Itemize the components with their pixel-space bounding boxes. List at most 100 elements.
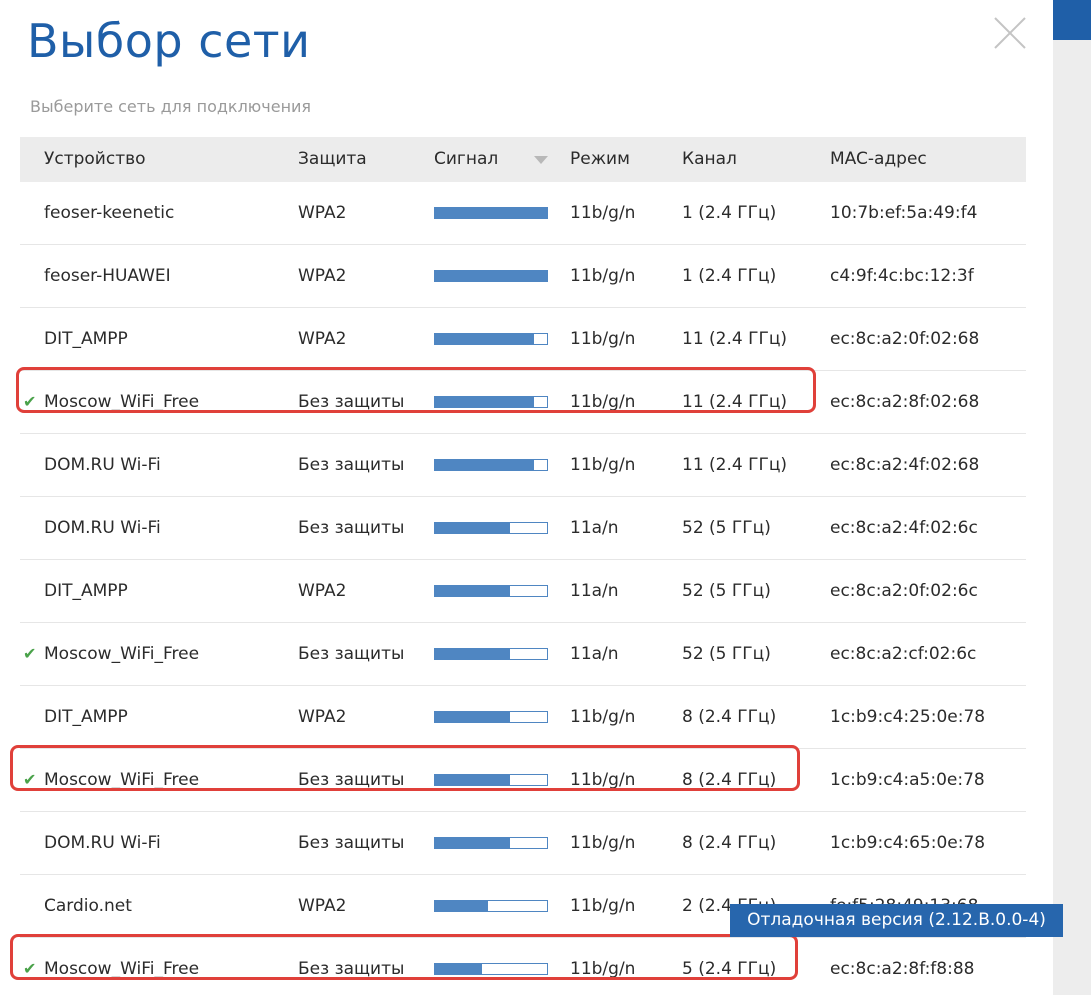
table-row[interactable]: feoser-keenetic WPA2 11b/g/n 1 (2.4 ГГц) 10:…	[20, 182, 1026, 245]
checkmark-icon: ✔	[23, 770, 37, 789]
cell-mode: 11b/g/n	[570, 329, 636, 349]
cell-channel: 8 (2.4 ГГц)	[682, 707, 777, 727]
cell-mode: 11a/n	[570, 581, 619, 601]
cell-mac: ec:8c:a2:cf:02:6c	[830, 644, 977, 664]
background-accent-strip	[1053, 0, 1091, 40]
table-row[interactable]: ✔ Moscow_WiFi_Free Без защиты 11b/g/n 11 (2.…	[20, 371, 1026, 434]
cell-channel: 52 (5 ГГц)	[682, 518, 771, 538]
signal-strength-bar	[434, 396, 548, 408]
cell-device: DIT_AMPP	[44, 581, 128, 601]
cell-security: WPA2	[298, 329, 347, 349]
signal-strength-fill	[435, 523, 511, 533]
debug-version-badge: Отладочная версия (2.12.B.0.0-4)	[730, 904, 1063, 937]
table-row[interactable]: DOM.RU Wi-Fi Без защиты 11b/g/n 11 (2.4 ГГц…	[20, 434, 1026, 497]
cell-channel: 8 (2.4 ГГц)	[682, 833, 777, 853]
cell-channel: 11 (2.4 ГГц)	[682, 329, 788, 349]
cell-mac: 1c:b9:c4:25:0e:78	[830, 707, 986, 727]
signal-strength-bar	[434, 207, 548, 219]
header-signal[interactable]: Сигнал	[434, 137, 498, 182]
signal-strength-fill	[435, 775, 511, 785]
network-table: Устройство Защита Сигнал Режим Канал MAC…	[20, 137, 1026, 995]
table-row[interactable]: ✔ Moscow_WiFi_Free Без защиты 11a/n 52 (5 ГГ…	[20, 623, 1026, 686]
table-row[interactable]: ✔ Moscow_WiFi_Free Без защиты 11b/g/n 5 (2.4…	[20, 938, 1026, 995]
cell-security: WPA2	[298, 203, 347, 223]
cell-security: Без защиты	[298, 518, 405, 538]
cell-mode: 11b/g/n	[570, 455, 636, 475]
cell-mac: ec:8c:a2:4f:02:6c	[830, 518, 978, 538]
cell-device: DOM.RU Wi-Fi	[44, 833, 161, 853]
signal-strength-fill	[435, 460, 534, 470]
cell-mode: 11b/g/n	[570, 266, 636, 286]
cell-device: Moscow_WiFi_Free	[44, 959, 200, 979]
cell-mac: 1c:b9:c4:a5:0e:78	[830, 770, 985, 790]
cell-device: DOM.RU Wi-Fi	[44, 455, 161, 475]
signal-strength-bar	[434, 522, 548, 534]
cell-channel: 11 (2.4 ГГц)	[682, 455, 788, 475]
close-icon[interactable]	[992, 15, 1028, 51]
cell-mode: 11b/g/n	[570, 833, 636, 853]
signal-strength-fill	[435, 397, 534, 407]
signal-strength-bar	[434, 774, 548, 786]
cell-mode: 11a/n	[570, 644, 619, 664]
signal-strength-fill	[435, 271, 547, 281]
background-panel	[1053, 0, 1091, 995]
table-row[interactable]: DIT_AMPP WPA2 11a/n 52 (5 ГГц) ec:8c:a2:0f:0…	[20, 560, 1026, 623]
table-row[interactable]: feoser-HUAWEI WPA2 11b/g/n 1 (2.4 ГГц) c4:9f…	[20, 245, 1026, 308]
signal-strength-bar	[434, 648, 548, 660]
cell-mac: ec:8c:a2:8f:02:68	[830, 392, 980, 412]
dialog-title: Выбор сети	[27, 14, 311, 68]
cell-device: Moscow_WiFi_Free	[44, 644, 200, 664]
checkmark-icon: ✔	[23, 392, 37, 411]
cell-device: Moscow_WiFi_Free	[44, 392, 200, 412]
cell-mode: 11b/g/n	[570, 707, 636, 727]
cell-channel: 8 (2.4 ГГц)	[682, 770, 777, 790]
table-row[interactable]: DOM.RU Wi-Fi Без защиты 11b/g/n 8 (2.4 ГГц)…	[20, 812, 1026, 875]
cell-mac: 1c:b9:c4:65:0e:78	[830, 833, 986, 853]
signal-strength-bar	[434, 900, 548, 912]
signal-strength-bar	[434, 711, 548, 723]
table-row[interactable]: DOM.RU Wi-Fi Без защиты 11a/n 52 (5 ГГц) ec:…	[20, 497, 1026, 560]
cell-channel: 1 (2.4 ГГц)	[682, 203, 777, 223]
cell-mode: 11b/g/n	[570, 392, 636, 412]
table-row[interactable]: DIT_AMPP WPA2 11b/g/n 11 (2.4 ГГц) ec:8c:a2:…	[20, 308, 1026, 371]
signal-strength-fill	[435, 964, 483, 974]
sort-down-triangle-icon[interactable]	[534, 156, 548, 164]
cell-mac: ec:8c:a2:0f:02:68	[830, 329, 980, 349]
cell-security: WPA2	[298, 581, 347, 601]
cell-channel: 1 (2.4 ГГц)	[682, 266, 777, 286]
dialog-subtitle: Выберите сеть для подключения	[30, 97, 312, 116]
header-device[interactable]: Устройство	[44, 137, 146, 182]
header-security[interactable]: Защита	[298, 137, 367, 182]
cell-channel: 52 (5 ГГц)	[682, 581, 771, 601]
cell-channel: 52 (5 ГГц)	[682, 644, 771, 664]
cell-device: Cardio.net	[44, 896, 132, 916]
cell-device: feoser-keenetic	[44, 203, 175, 223]
header-mode[interactable]: Режим	[570, 137, 630, 182]
cell-channel: 11 (2.4 ГГц)	[682, 392, 788, 412]
table-body: feoser-keenetic WPA2 11b/g/n 1 (2.4 ГГц) 10:…	[20, 182, 1026, 995]
header-mac[interactable]: MAC-адрес	[830, 137, 927, 182]
table-row[interactable]: ✔ Moscow_WiFi_Free Без защиты 11b/g/n 8 (2.4…	[20, 749, 1026, 812]
cell-channel: 5 (2.4 ГГц)	[682, 959, 777, 979]
signal-strength-bar	[434, 333, 548, 345]
cell-device: DOM.RU Wi-Fi	[44, 518, 161, 538]
cell-security: WPA2	[298, 707, 347, 727]
table-row[interactable]: DIT_AMPP WPA2 11b/g/n 8 (2.4 ГГц) 1c:b9:c4:2…	[20, 686, 1026, 749]
page: Выбор сети Выберите сеть для подключения…	[0, 0, 1091, 995]
checkmark-icon: ✔	[23, 644, 37, 663]
cell-mode: 11b/g/n	[570, 959, 636, 979]
signal-strength-bar	[434, 963, 548, 975]
cell-mac: ec:8c:a2:0f:02:6c	[830, 581, 978, 601]
signal-strength-bar	[434, 270, 548, 282]
cell-mac: c4:9f:4c:bc:12:3f	[830, 266, 974, 286]
signal-strength-bar	[434, 837, 548, 849]
header-channel[interactable]: Канал	[682, 137, 737, 182]
cell-mac: ec:8c:a2:4f:02:68	[830, 455, 980, 475]
cell-security: Без защиты	[298, 455, 405, 475]
signal-strength-fill	[435, 334, 534, 344]
cell-security: Без защиты	[298, 392, 405, 412]
cell-mode: 11b/g/n	[570, 203, 636, 223]
cell-security: WPA2	[298, 896, 347, 916]
signal-strength-bar	[434, 459, 548, 471]
cell-device: Moscow_WiFi_Free	[44, 770, 200, 790]
